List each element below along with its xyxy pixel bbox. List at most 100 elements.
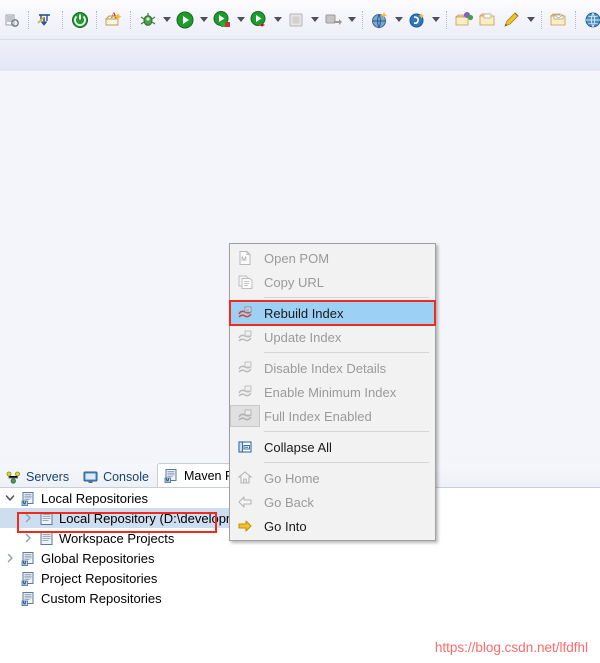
menu-separator xyxy=(264,352,429,353)
menu-item-update-index[interactable]: Update Index xyxy=(230,325,435,349)
new-web-dropdown-arrow[interactable] xyxy=(392,8,405,32)
run-icon[interactable] xyxy=(173,8,197,32)
open-perspective-icon[interactable] xyxy=(452,8,476,32)
svg-text:M: M xyxy=(241,256,246,263)
chevron-down-icon[interactable] xyxy=(2,488,18,508)
toolbar-separator xyxy=(96,10,98,29)
maven-repo-icon: M xyxy=(18,568,38,588)
svg-text:M: M xyxy=(22,600,26,605)
new-java-project-icon[interactable]: A xyxy=(102,8,126,32)
full-index-icon xyxy=(230,405,260,427)
tab-servers[interactable]: Servers xyxy=(0,466,77,488)
menu-item-label: Collapse All xyxy=(264,439,332,455)
menu-item-full-index-enabled[interactable]: Full Index Enabled xyxy=(230,404,435,428)
mail-folder-icon[interactable] xyxy=(547,8,571,32)
tree-row-custom-repositories[interactable]: M Custom Repositories xyxy=(0,588,600,608)
open-folder-icon[interactable] xyxy=(476,8,500,32)
toolbar-separator xyxy=(446,10,448,29)
new-web-project-icon[interactable] xyxy=(368,8,392,32)
console-icon xyxy=(83,470,98,485)
rebuild-index-icon xyxy=(230,301,260,325)
maven-repo-icon: M xyxy=(18,488,38,508)
menu-item-open-pom[interactable]: M Open POM xyxy=(230,246,435,270)
menu-item-go-into[interactable]: Go Into xyxy=(230,514,435,538)
collapse-all-icon xyxy=(230,435,260,459)
debug-dropdown-arrow[interactable] xyxy=(160,8,173,32)
tab-label: Servers xyxy=(26,470,70,484)
skip-breakpoints-icon[interactable] xyxy=(34,8,58,32)
update-index-icon xyxy=(230,325,260,349)
back-arrow-icon xyxy=(230,490,260,514)
menu-item-label: Go Into xyxy=(264,518,307,534)
coverage-dropdown-arrow[interactable] xyxy=(271,8,284,32)
stop-icon[interactable] xyxy=(284,8,308,32)
run-external-tools-icon[interactable] xyxy=(210,8,234,32)
menu-item-copy-url[interactable]: Copy URL xyxy=(230,270,435,294)
menu-separator xyxy=(264,297,429,298)
menu-separator xyxy=(264,462,429,463)
open-type-icon[interactable] xyxy=(0,8,24,32)
menu-item-label: Enable Minimum Index xyxy=(264,384,397,400)
toolbar-group-perspective xyxy=(452,8,547,32)
external-tools-dropdown-arrow[interactable] xyxy=(234,8,247,32)
watermark-text: https://blog.csdn.net/lfdfhl xyxy=(434,640,588,655)
pen-dropdown-arrow[interactable] xyxy=(524,8,537,32)
tree-label: Local Repositories xyxy=(41,490,148,506)
menu-item-enable-minimum-index[interactable]: Enable Minimum Index xyxy=(230,380,435,404)
toolbar-separator xyxy=(362,10,364,29)
debug-bug-icon[interactable] xyxy=(136,8,160,32)
toolbar-separator xyxy=(575,10,577,29)
minimum-index-icon xyxy=(230,380,260,404)
run-dropdown-arrow[interactable] xyxy=(197,8,210,32)
toolbar-group-run-control: A xyxy=(68,8,368,32)
tab-console[interactable]: Console xyxy=(77,466,157,488)
menu-item-label: Full Index Enabled xyxy=(264,408,372,424)
tree-label: Custom Repositories xyxy=(41,590,162,606)
server-publish-icon[interactable] xyxy=(321,8,345,32)
toolbar-lower-band xyxy=(0,40,600,72)
menu-item-go-back[interactable]: Go Back xyxy=(230,490,435,514)
svg-text:M: M xyxy=(22,580,26,585)
menu-item-disable-index-details[interactable]: Disable Index Details xyxy=(230,356,435,380)
servers-icon xyxy=(6,470,21,485)
maven-repository-context-menu: M Open POM Copy URL Rebuild Index Update… xyxy=(229,243,436,541)
index-details-icon xyxy=(230,356,260,380)
tree-label: Global Repositories xyxy=(41,550,155,566)
pen-icon[interactable] xyxy=(500,8,524,32)
menu-item-label: Open POM xyxy=(264,250,330,266)
run-coverage-icon[interactable] xyxy=(247,8,271,32)
menu-item-label: Go Back xyxy=(264,494,314,510)
menu-item-label: Copy URL xyxy=(264,274,324,290)
toolbar-separator xyxy=(130,10,132,29)
maven-repo-icon: M xyxy=(18,588,38,608)
globe-icon[interactable] xyxy=(581,8,600,32)
menu-item-collapse-all[interactable]: Collapse All xyxy=(230,435,435,459)
menu-item-label: Update Index xyxy=(264,329,342,345)
toolbar-group-web xyxy=(368,8,452,32)
chevron-right-icon[interactable] xyxy=(20,508,36,528)
tree-label: Workspace Projects xyxy=(59,530,175,546)
home-icon xyxy=(230,466,260,490)
maven-repo-icon: M xyxy=(18,548,38,568)
toolbar-separator xyxy=(541,10,543,29)
tree-row-global-repositories[interactable]: M Global Repositories xyxy=(0,548,600,568)
server-dropdown-arrow[interactable] xyxy=(345,8,358,32)
spring-icon[interactable] xyxy=(405,8,429,32)
tree-row-project-repositories[interactable]: M Project Repositories xyxy=(0,568,600,588)
menu-item-label: Rebuild Index xyxy=(264,305,344,321)
chevron-right-icon[interactable] xyxy=(20,528,36,548)
spring-dropdown-arrow[interactable] xyxy=(429,8,442,32)
svg-text:M: M xyxy=(22,560,26,565)
svg-text:A: A xyxy=(111,11,117,20)
stop-dropdown-arrow[interactable] xyxy=(308,8,321,32)
menu-item-rebuild-index[interactable]: Rebuild Index xyxy=(230,301,435,325)
menu-item-go-home[interactable]: Go Home xyxy=(230,466,435,490)
menu-item-label: Disable Index Details xyxy=(264,360,387,376)
toolbar-group-misc: A xyxy=(547,8,600,32)
copy-url-icon xyxy=(230,270,260,294)
chevron-right-icon[interactable] xyxy=(2,548,18,568)
terminate-green-icon[interactable] xyxy=(68,8,92,32)
menu-separator xyxy=(264,431,429,432)
tree-label: Project Repositories xyxy=(41,570,158,586)
menu-item-label: Go Home xyxy=(264,470,320,486)
